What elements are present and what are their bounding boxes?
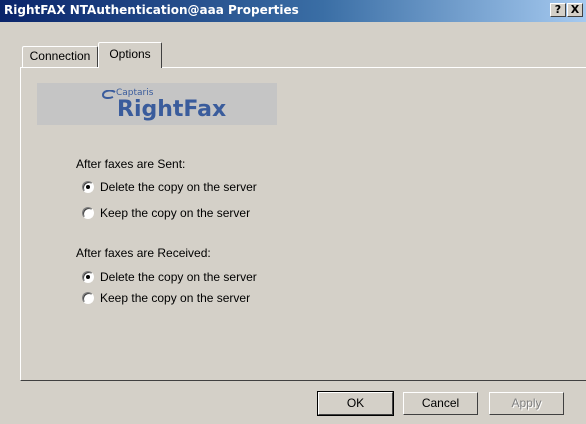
title-bar[interactable]: RightFAX NTAuthentication@aaa Properties… <box>0 0 586 22</box>
window-title: RightFAX NTAuthentication@aaa Properties <box>4 3 299 17</box>
received-keep-label: Keep the copy on the server <box>100 291 251 305</box>
sent-keep-label: Keep the copy on the server <box>100 206 251 220</box>
sent-delete-label: Delete the copy on the server <box>100 180 257 194</box>
ok-button[interactable]: OK <box>318 392 393 415</box>
tab-connection-label: Connection <box>29 49 91 63</box>
rightfax-logo: Captaris RightFax <box>37 83 277 125</box>
tab-options-label: Options <box>109 47 151 61</box>
captaris-swoosh-icon <box>101 90 116 100</box>
radio-button-checked[interactable] <box>82 181 94 193</box>
radio-button[interactable] <box>82 292 94 304</box>
tab-options[interactable]: Options <box>98 42 162 68</box>
sent-heading: After faxes are Sent: <box>76 157 186 171</box>
properties-dialog: RightFAX NTAuthentication@aaa Properties… <box>0 0 586 424</box>
help-button[interactable]: ? <box>550 3 566 17</box>
apply-button[interactable]: Apply <box>489 392 564 415</box>
close-button[interactable]: X <box>567 3 583 17</box>
radio-button-checked[interactable] <box>82 271 94 283</box>
received-delete-label: Delete the copy on the server <box>100 270 257 284</box>
cancel-button[interactable]: Cancel <box>403 392 478 415</box>
logo-big-text: RightFax <box>117 97 227 122</box>
radio-button[interactable] <box>82 207 94 219</box>
tab-connection[interactable]: Connection <box>22 46 98 67</box>
received-heading: After faxes are Received: <box>76 246 211 260</box>
